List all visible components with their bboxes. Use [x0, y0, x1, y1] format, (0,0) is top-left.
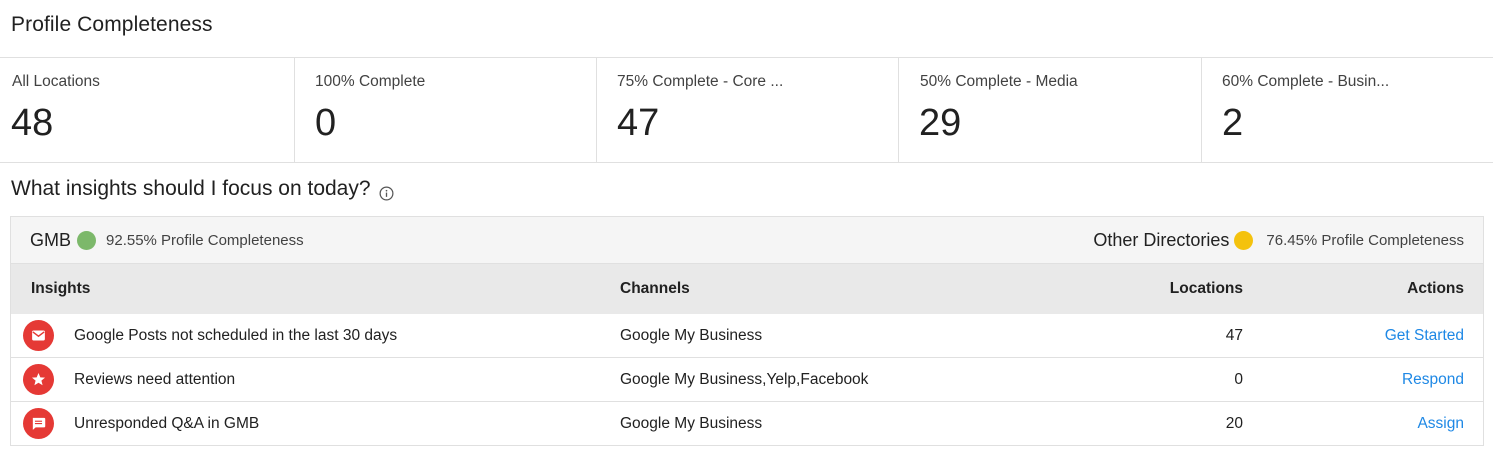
- get-started-link[interactable]: Get Started: [1385, 327, 1464, 344]
- column-header-insights[interactable]: Insights: [11, 280, 610, 298]
- channels-cell: Google My Business: [620, 326, 763, 344]
- column-header-channels[interactable]: Channels: [610, 280, 1010, 298]
- insights-title: What insights should I focus on today?: [11, 177, 394, 201]
- gmb-status-dot: [77, 230, 97, 250]
- other-directories-status-dot: [1234, 230, 1254, 250]
- insight-cell: Reviews need attention: [11, 364, 610, 395]
- table-row: Google Posts not scheduled in the last 3…: [11, 314, 1483, 358]
- gmb-summary: GMB 92.55% Profile Completeness: [30, 230, 304, 251]
- insight-cell: Google Posts not scheduled in the last 3…: [11, 320, 610, 351]
- insight-cell: Unresponded Q&A in GMB: [11, 408, 610, 439]
- respond-link[interactable]: Respond: [1402, 371, 1464, 388]
- stat-card-100-complete[interactable]: 100% Complete 0: [295, 58, 597, 162]
- table-row: Unresponded Q&A in GMB Google My Busines…: [11, 402, 1483, 446]
- gmb-label: GMB: [30, 229, 72, 250]
- stat-label: 100% Complete: [315, 73, 426, 90]
- stat-label: All Locations: [12, 73, 100, 90]
- completeness-summary: GMB 92.55% Profile Completeness Other Di…: [11, 217, 1483, 264]
- column-header-locations[interactable]: Locations: [1010, 280, 1243, 298]
- table-row: Reviews need attention Google My Busines…: [11, 358, 1483, 402]
- stat-value: 48: [11, 102, 54, 144]
- stat-label: 50% Complete - Media: [920, 73, 1078, 90]
- other-directories-label: Other Directories: [1093, 229, 1230, 250]
- stat-label: 60% Complete - Busin...: [1222, 73, 1390, 90]
- stat-card-all-locations[interactable]: All Locations 48: [0, 58, 295, 162]
- stat-card-60-complete[interactable]: 60% Complete - Busin... 2: [1202, 58, 1493, 162]
- channels-cell: Google My Business,Yelp,Facebook: [620, 370, 869, 388]
- gmb-completeness: 92.55% Profile Completeness: [106, 231, 304, 249]
- stat-value: 29: [919, 102, 962, 144]
- star-icon: [23, 364, 54, 395]
- column-header-actions: Actions: [1407, 280, 1464, 297]
- other-directories-summary: Other Directories 76.45% Profile Complet…: [1093, 230, 1464, 251]
- stat-value: 47: [617, 102, 660, 144]
- insights-table-header: Insights Channels Locations Actions: [11, 264, 1483, 314]
- insight-text: Unresponded Q&A in GMB: [74, 414, 260, 432]
- locations-cell: 0: [1234, 370, 1243, 388]
- insights-panel: GMB 92.55% Profile Completeness Other Di…: [10, 216, 1484, 446]
- email-icon: [23, 320, 54, 351]
- stat-label: 75% Complete - Core ...: [617, 73, 784, 90]
- chat-message-icon: [23, 408, 54, 439]
- channels-cell: Google My Business: [620, 414, 763, 432]
- info-circle-icon[interactable]: [379, 183, 394, 201]
- locations-cell: 47: [1225, 326, 1243, 344]
- insights-title-text: What insights should I focus on today?: [11, 177, 371, 200]
- stat-value: 2: [1222, 102, 1244, 144]
- insight-text: Reviews need attention: [74, 370, 236, 388]
- other-directories-completeness: 76.45% Profile Completeness: [1266, 231, 1464, 249]
- assign-link[interactable]: Assign: [1417, 415, 1464, 432]
- stat-value: 0: [315, 102, 337, 144]
- stat-card-75-complete[interactable]: 75% Complete - Core ... 47: [597, 58, 899, 162]
- stat-card-50-complete[interactable]: 50% Complete - Media 29: [899, 58, 1202, 162]
- stats-row: All Locations 48 100% Complete 0 75% Com…: [0, 57, 1493, 163]
- insight-text: Google Posts not scheduled in the last 3…: [74, 326, 398, 344]
- locations-cell: 20: [1225, 414, 1243, 432]
- page-title: Profile Completeness: [11, 13, 213, 36]
